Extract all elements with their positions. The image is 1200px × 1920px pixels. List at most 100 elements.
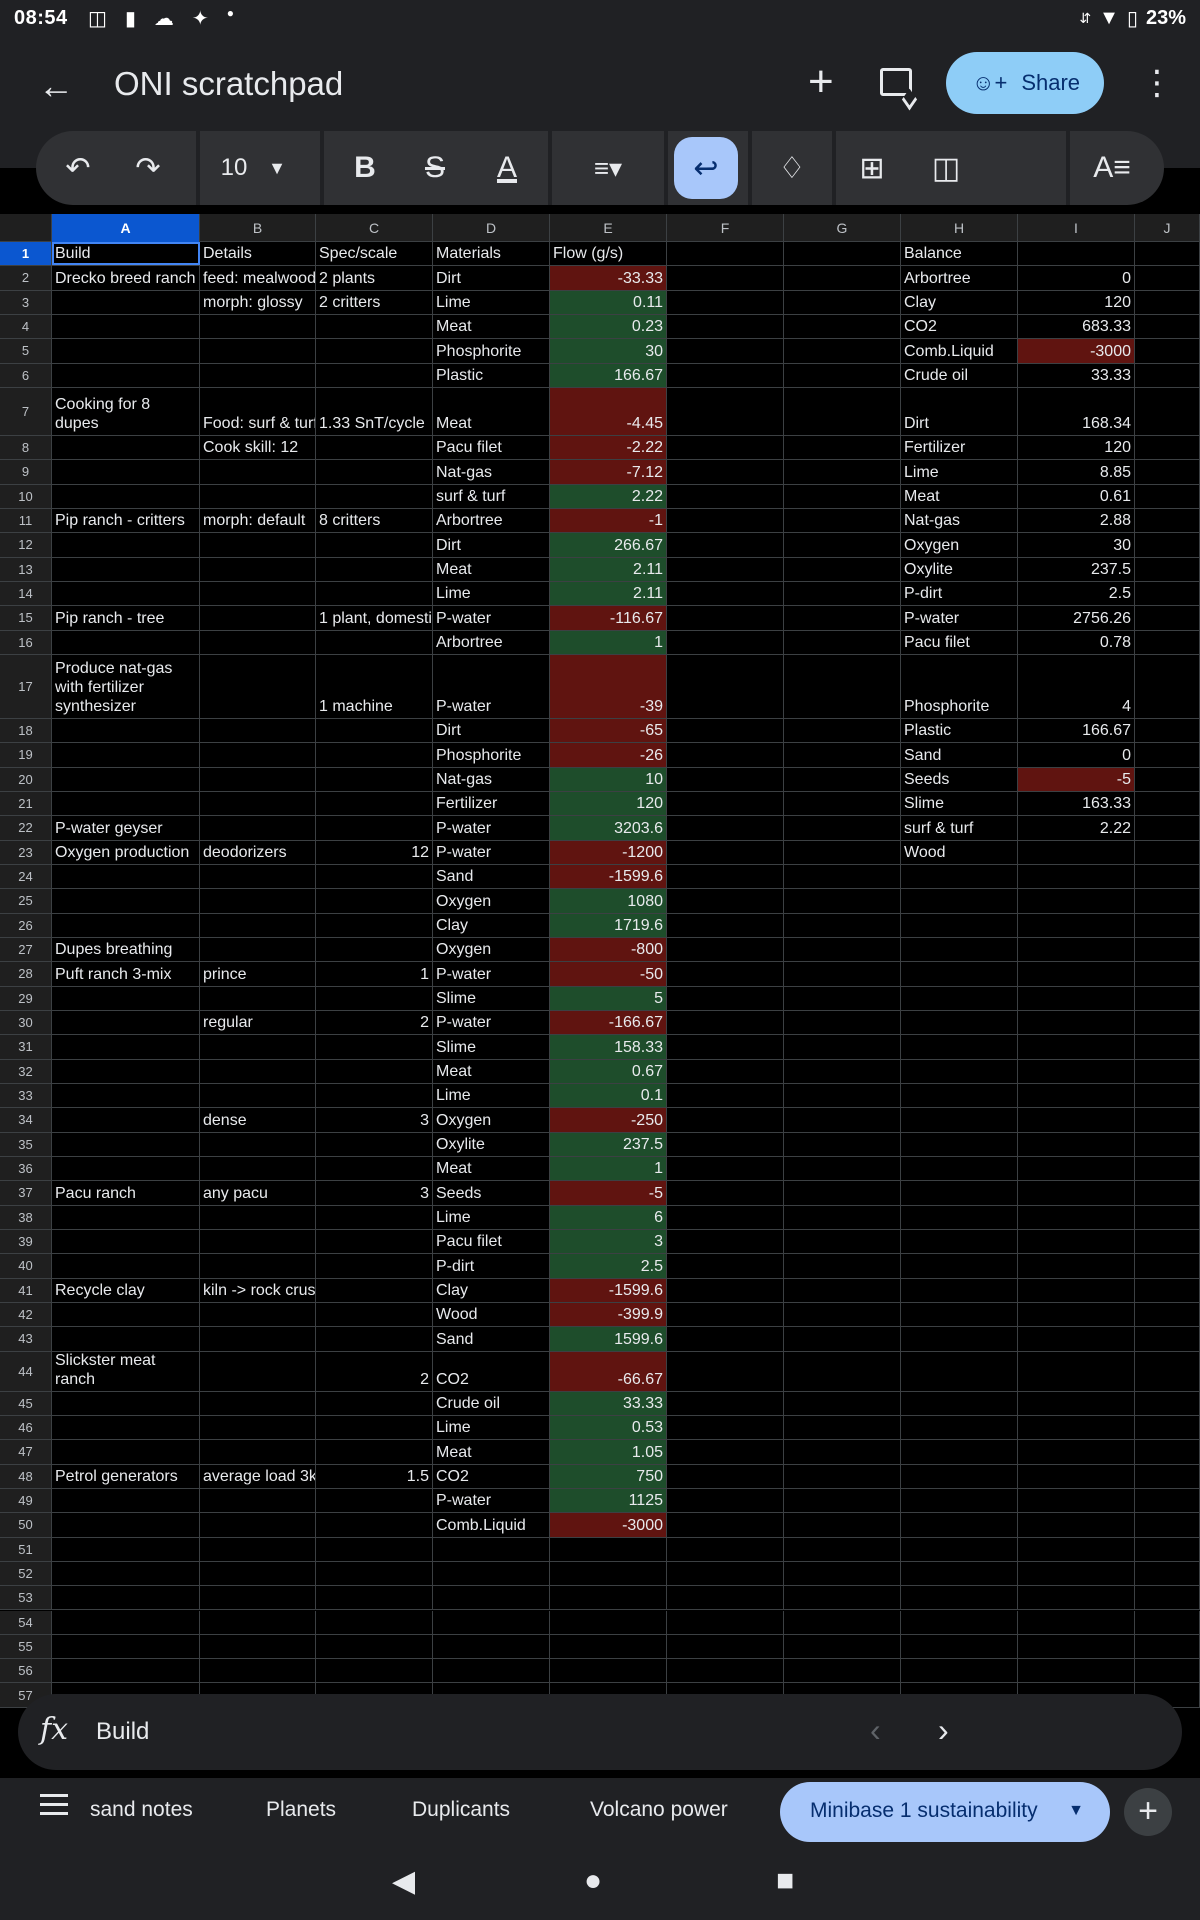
cell-d55[interactable] <box>433 1634 550 1659</box>
cell-j20[interactable] <box>1135 767 1200 791</box>
cell-a26[interactable] <box>52 913 200 937</box>
cell-e55[interactable] <box>550 1634 667 1659</box>
cell-j6[interactable] <box>1135 363 1200 387</box>
cell-b56[interactable] <box>200 1659 316 1683</box>
row-header[interactable]: 9 <box>0 460 52 484</box>
cell-b18[interactable] <box>200 718 316 743</box>
cell-a48[interactable]: Petrol generators <box>52 1464 200 1488</box>
cell-b28[interactable]: prince <box>200 962 316 986</box>
cell-f46[interactable] <box>667 1415 784 1440</box>
cell-g43[interactable] <box>784 1327 901 1351</box>
cell-b2[interactable]: feed: mealwood, <box>200 266 316 290</box>
column-header-i[interactable]: I <box>1018 214 1135 242</box>
cell-a1[interactable]: Build <box>52 242 200 266</box>
cell-i21[interactable]: 163.33 <box>1018 791 1135 816</box>
cell-g54[interactable] <box>784 1610 901 1634</box>
cell-h15[interactable]: P-water <box>901 606 1018 630</box>
cell-e5[interactable]: 30 <box>550 339 667 363</box>
cell-f3[interactable] <box>667 290 784 314</box>
cell-i34[interactable] <box>1018 1108 1135 1132</box>
cell-f27[interactable] <box>667 937 784 962</box>
row-header[interactable]: 34 <box>0 1108 52 1132</box>
cell-f40[interactable] <box>667 1254 784 1278</box>
row-header[interactable]: 8 <box>0 435 52 460</box>
cell-e18[interactable]: -65 <box>550 718 667 743</box>
cell-c14[interactable] <box>316 581 433 606</box>
cell-f7[interactable] <box>667 387 784 435</box>
cell-h47[interactable] <box>901 1440 1018 1464</box>
row-header[interactable]: 3 <box>0 290 52 314</box>
cell-h32[interactable] <box>901 1059 1018 1083</box>
cell-c13[interactable] <box>316 557 433 581</box>
cell-i22[interactable]: 2.22 <box>1018 816 1135 840</box>
text-wrap-icon[interactable]: ↩ <box>674 137 738 199</box>
cell-d23[interactable]: P-water <box>433 840 550 864</box>
cell-b17[interactable] <box>200 654 316 718</box>
row-header[interactable]: 41 <box>0 1278 52 1302</box>
cell-f39[interactable] <box>667 1229 784 1254</box>
cell-b19[interactable] <box>200 743 316 767</box>
cell-i18[interactable]: 166.67 <box>1018 718 1135 743</box>
cell-b36[interactable] <box>200 1156 316 1181</box>
cell-i40[interactable] <box>1018 1254 1135 1278</box>
font-size-value[interactable]: 10 <box>212 131 256 205</box>
cell-c53[interactable] <box>316 1586 433 1610</box>
cell-a49[interactable] <box>52 1488 200 1513</box>
cell-d9[interactable]: Nat-gas <box>433 460 550 484</box>
cell-j39[interactable] <box>1135 1229 1200 1254</box>
cell-g44[interactable] <box>784 1351 901 1391</box>
cell-g6[interactable] <box>784 363 901 387</box>
cell-i8[interactable]: 120 <box>1018 435 1135 460</box>
cell-d10[interactable]: surf & turf <box>433 484 550 508</box>
cell-h2[interactable]: Arbortree <box>901 266 1018 290</box>
align-dropdown-icon[interactable]: ≡▾ <box>572 131 644 205</box>
cell-d44[interactable]: CO2 <box>433 1351 550 1391</box>
cell-h46[interactable] <box>901 1415 1018 1440</box>
cell-d11[interactable]: Arbortree <box>433 508 550 533</box>
cell-h22[interactable]: surf & turf <box>901 816 1018 840</box>
cell-c52[interactable] <box>316 1561 433 1586</box>
cell-g4[interactable] <box>784 314 901 339</box>
cell-c23[interactable]: 12 <box>316 840 433 864</box>
cell-b43[interactable] <box>200 1327 316 1351</box>
cell-e9[interactable]: -7.12 <box>550 460 667 484</box>
insert-plus-icon[interactable]: + <box>808 60 834 104</box>
cell-f16[interactable] <box>667 630 784 654</box>
cell-e22[interactable]: 3203.6 <box>550 816 667 840</box>
cell-f9[interactable] <box>667 460 784 484</box>
row-header[interactable]: 27 <box>0 937 52 962</box>
cell-i5[interactable]: -3000 <box>1018 339 1135 363</box>
insert-column-icon[interactable]: ◫ <box>920 131 972 205</box>
cell-g9[interactable] <box>784 460 901 484</box>
cell-i48[interactable] <box>1018 1464 1135 1488</box>
cell-h26[interactable] <box>901 913 1018 937</box>
cell-a28[interactable]: Puft ranch 3-mix <box>52 962 200 986</box>
cell-b3[interactable]: morph: glossy <box>200 290 316 314</box>
cell-f23[interactable] <box>667 840 784 864</box>
cell-i52[interactable] <box>1018 1561 1135 1586</box>
cell-d35[interactable]: Oxylite <box>433 1132 550 1156</box>
cell-d28[interactable]: P-water <box>433 962 550 986</box>
cell-j38[interactable] <box>1135 1205 1200 1229</box>
nav-back-icon[interactable]: ◀ <box>392 1864 415 1899</box>
cell-h18[interactable]: Plastic <box>901 718 1018 743</box>
cell-e26[interactable]: 1719.6 <box>550 913 667 937</box>
row-header[interactable]: 2 <box>0 266 52 290</box>
cell-f31[interactable] <box>667 1035 784 1059</box>
cell-i26[interactable] <box>1018 913 1135 937</box>
cell-a4[interactable] <box>52 314 200 339</box>
cell-c31[interactable] <box>316 1035 433 1059</box>
cell-d6[interactable]: Plastic <box>433 363 550 387</box>
cell-b49[interactable] <box>200 1488 316 1513</box>
cell-f17[interactable] <box>667 654 784 718</box>
cell-f53[interactable] <box>667 1586 784 1610</box>
cell-h24[interactable] <box>901 864 1018 889</box>
cell-i51[interactable] <box>1018 1537 1135 1561</box>
cell-h29[interactable] <box>901 986 1018 1010</box>
cell-c37[interactable]: 3 <box>316 1181 433 1205</box>
cell-g55[interactable] <box>784 1634 901 1659</box>
cell-g48[interactable] <box>784 1464 901 1488</box>
cell-a41[interactable]: Recycle clay <box>52 1278 200 1302</box>
cell-e21[interactable]: 120 <box>550 791 667 816</box>
cell-f26[interactable] <box>667 913 784 937</box>
